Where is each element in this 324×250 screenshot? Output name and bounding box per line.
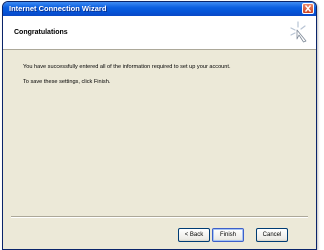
success-message: You have successfully entered all of the…: [23, 64, 231, 70]
wizard-wand-icon: [290, 21, 307, 43]
title-bar[interactable]: Internet Connection Wizard: [3, 2, 316, 16]
instruction-message: To save these settings, click Finish.: [23, 79, 111, 85]
page-title: Congratulations: [14, 29, 68, 36]
finish-button[interactable]: Finish: [212, 228, 244, 242]
window-title: Internet Connection Wizard: [9, 4, 107, 13]
wizard-window: Internet Connection Wizard Congratulatio…: [2, 1, 317, 250]
wizard-header: Congratulations: [3, 16, 316, 50]
cancel-button[interactable]: Cancel: [256, 228, 288, 242]
button-separator: [11, 216, 308, 218]
close-icon: [305, 5, 311, 12]
close-button[interactable]: [302, 3, 314, 14]
back-button[interactable]: < Back: [178, 228, 210, 242]
wizard-content: You have successfully entered all of the…: [3, 50, 316, 215]
